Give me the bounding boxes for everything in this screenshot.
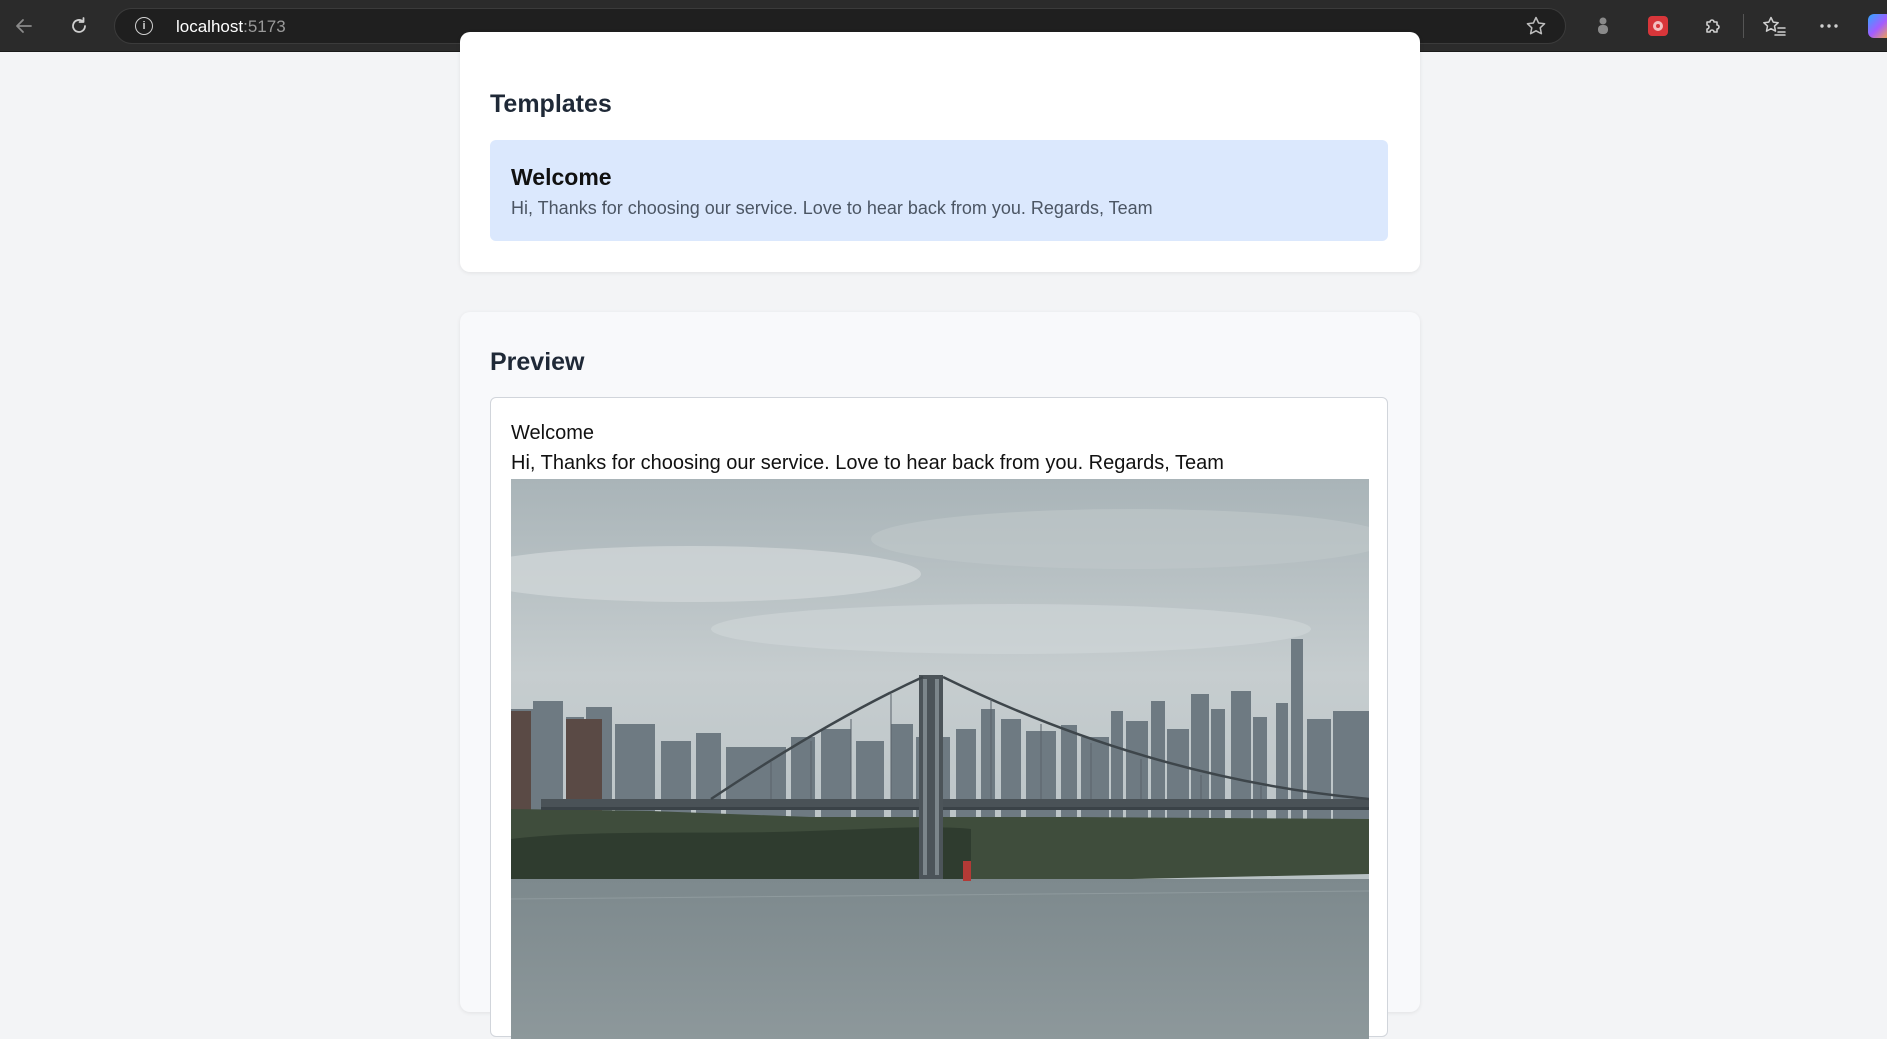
template-item-welcome[interactable]: Welcome Hi, Thanks for choosing our serv…: [490, 140, 1388, 241]
template-name: Welcome: [511, 164, 612, 190]
address-url: localhost:5173: [176, 17, 286, 37]
preview-heading: Preview: [490, 348, 585, 376]
templates-heading: Templates: [490, 90, 612, 118]
toolbar-divider: [1743, 14, 1744, 38]
preview-body: Hi, Thanks for choosing our service. Lov…: [511, 452, 1224, 474]
more-menu-icon[interactable]: [1815, 12, 1843, 40]
favorite-star-icon[interactable]: [1525, 15, 1547, 42]
site-info-icon[interactable]: i: [135, 17, 153, 35]
favorites-icon[interactable]: [1760, 12, 1788, 40]
templates-card: Templates Welcome Hi, Thanks for choosin…: [460, 32, 1420, 272]
url-port: :5173: [243, 17, 286, 36]
back-arrow-icon: [16, 19, 32, 33]
url-host: localhost: [176, 17, 244, 36]
preview-card: Preview Welcome Hi, Thanks for choosing …: [460, 312, 1420, 1039]
preview-image: [511, 479, 1369, 1039]
profile-silhouette-icon[interactable]: [1589, 12, 1617, 40]
template-body: Hi, Thanks for choosing our service. Lov…: [511, 198, 1153, 218]
extension-red-icon[interactable]: [1644, 12, 1672, 40]
back-button[interactable]: [10, 12, 38, 40]
copilot-icon[interactable]: [1868, 14, 1887, 38]
reload-button[interactable]: [65, 12, 93, 40]
preview-box: Welcome Hi, Thanks for choosing our serv…: [490, 397, 1388, 1039]
page-content: Templates Welcome Hi, Thanks for choosin…: [0, 32, 1887, 1039]
extensions-puzzle-icon[interactable]: [1699, 12, 1727, 40]
preview-title: Welcome: [511, 422, 594, 444]
reload-icon: [72, 17, 86, 33]
